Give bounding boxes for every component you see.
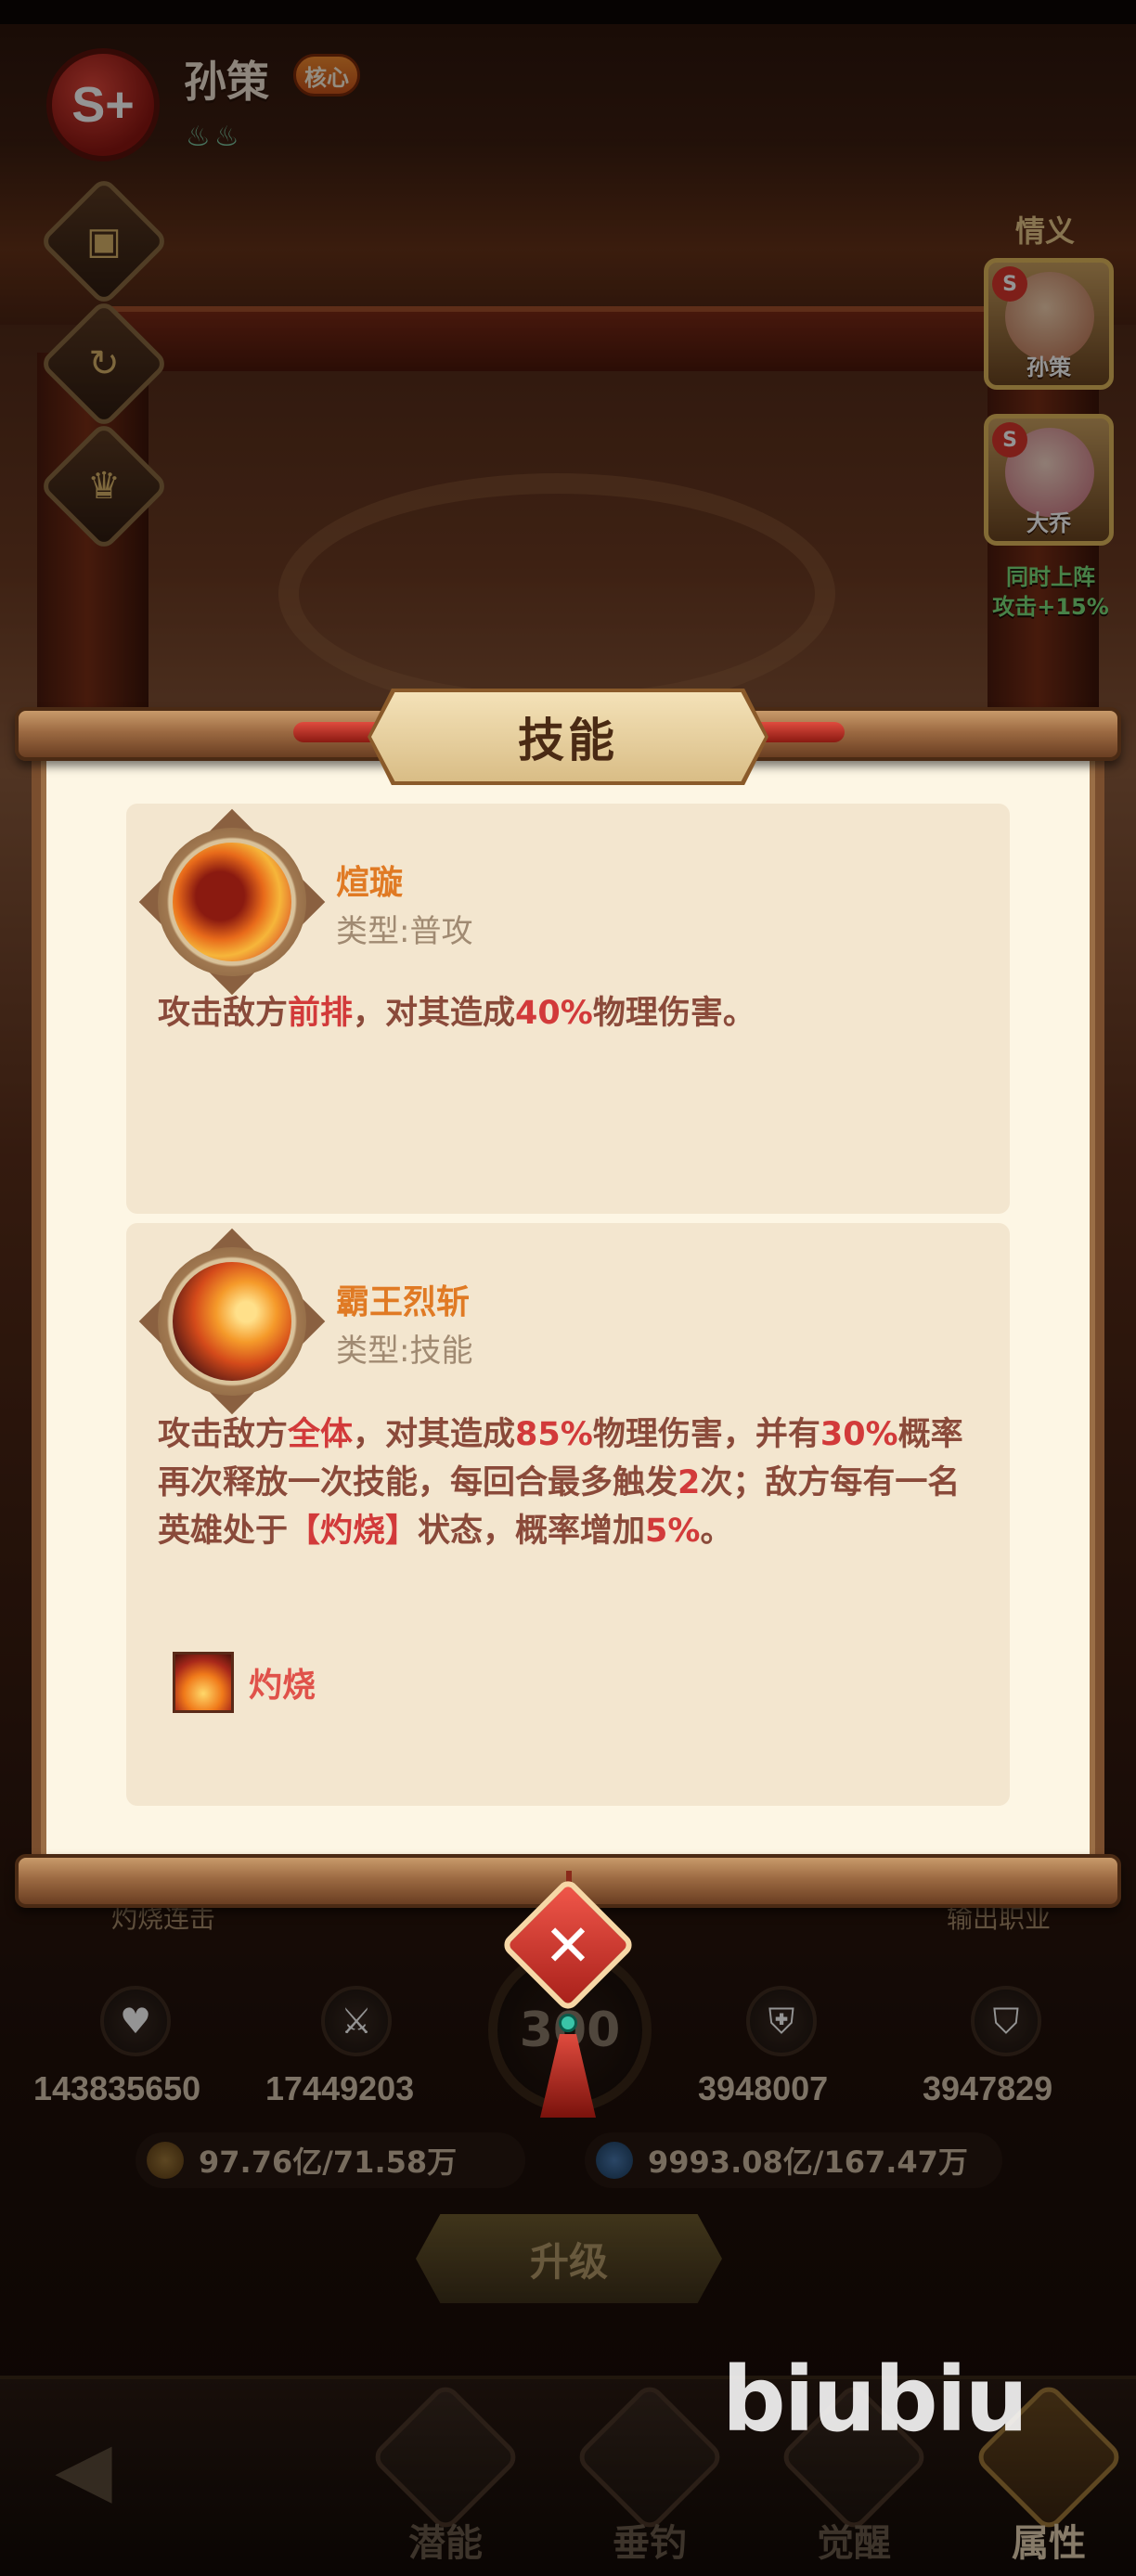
- desc-highlight: 2: [678, 1464, 701, 1501]
- close-button[interactable]: ✕: [499, 1871, 637, 2121]
- skill-icon: [138, 1228, 326, 1415]
- modal-title-plate: 技能: [371, 692, 765, 781]
- desc-text: 物理伤害，并有: [592, 1416, 820, 1453]
- skill-icon: [138, 808, 326, 996]
- close-bead: [559, 2014, 577, 2032]
- blade-icon: [173, 843, 291, 961]
- desc-highlight: 【灼烧】: [288, 1513, 419, 1550]
- skill-name: 煊璇: [336, 864, 404, 902]
- skill-card: 煊璇 类型:普攻 攻击敌方前排，对其造成40%物理伤害。: [126, 804, 1010, 1214]
- desc-text: 状态，概率增加: [418, 1513, 646, 1550]
- desc-text: 。: [700, 1513, 733, 1550]
- desc-highlight: 前排: [288, 995, 354, 1032]
- skill-card: 霸王烈斩 类型:技能 攻击敌方全体，对其造成85%物理伤害，并有30%概率再次释…: [126, 1223, 1010, 1806]
- skill-description: 攻击敌方前排，对其造成40%物理伤害。: [158, 989, 984, 1037]
- desc-highlight: 全体: [288, 1416, 354, 1453]
- desc-text: 攻击敌方: [158, 995, 289, 1032]
- close-icon: ✕: [544, 1911, 592, 1979]
- watermark: biubiu: [722, 2348, 1028, 2452]
- skill-type: 类型:技能: [336, 1333, 473, 1370]
- status-effect[interactable]: 灼烧: [173, 1650, 316, 1715]
- desc-text: ，对其造成: [353, 1416, 516, 1453]
- modal-title: 技能: [518, 714, 618, 767]
- desc-text: 物理伤害。: [592, 995, 755, 1032]
- fire-slash-icon: [173, 1262, 291, 1381]
- desc-highlight: 40%: [515, 995, 593, 1032]
- burn-icon: [173, 1652, 234, 1713]
- desc-highlight: 85%: [515, 1416, 593, 1453]
- desc-highlight: 30%: [820, 1416, 898, 1453]
- skill-type: 类型:普攻: [336, 913, 473, 950]
- skill-name: 霸王烈斩: [336, 1283, 471, 1321]
- status-effect-label: 灼烧: [249, 1667, 316, 1705]
- close-tassel: [540, 2034, 596, 2118]
- desc-text: ，对其造成: [353, 995, 516, 1032]
- desc-text: 攻击敌方: [158, 1416, 289, 1453]
- desc-highlight: 5%: [645, 1513, 701, 1550]
- skill-description: 攻击敌方全体，对其造成85%物理伤害，并有30%概率再次释放一次技能，每回合最多…: [158, 1410, 984, 1555]
